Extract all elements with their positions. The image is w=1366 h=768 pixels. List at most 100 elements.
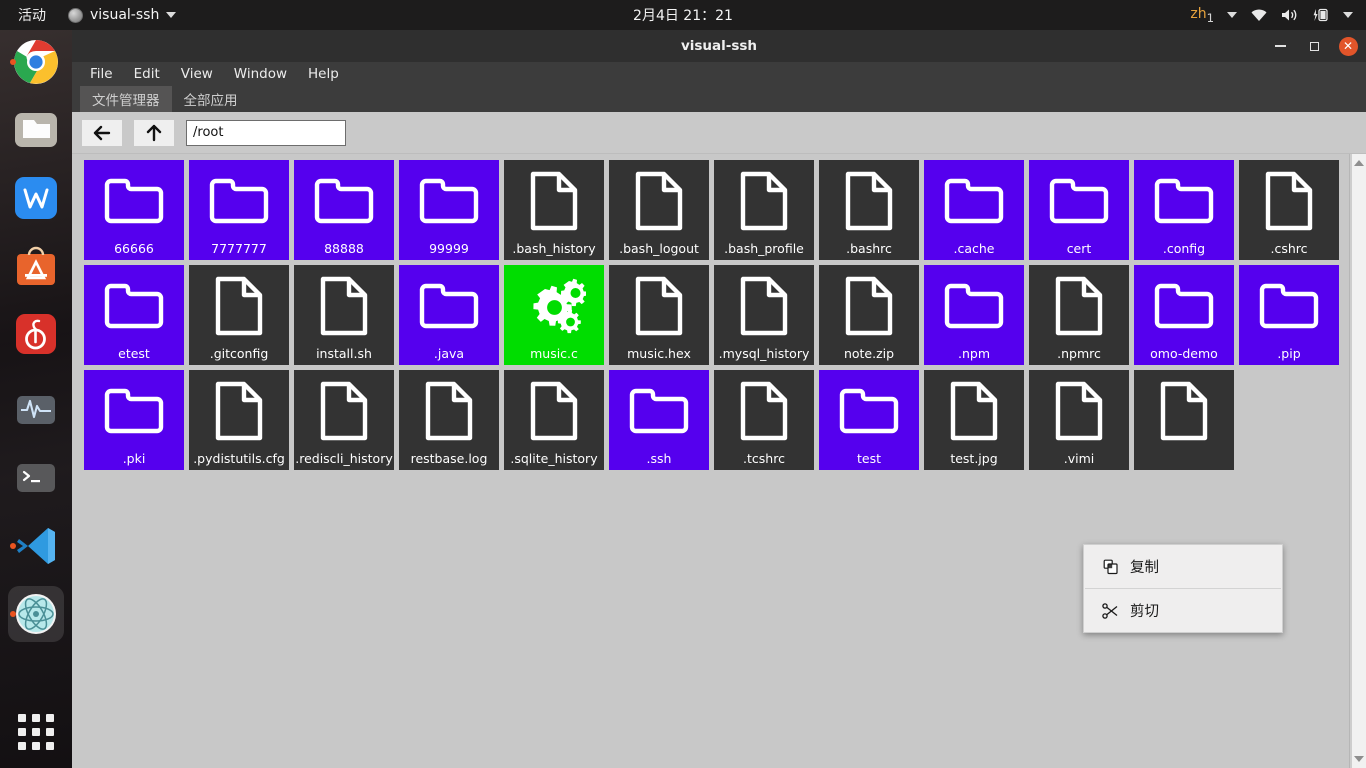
gnome-top-bar: 活动 visual-ssh 2月4日 21：21 zh1 — [0, 0, 1366, 30]
context-menu-item-copy[interactable]: 复制 — [1084, 545, 1282, 588]
file-item-folder[interactable]: .npm — [924, 265, 1024, 365]
document-icon — [529, 378, 579, 444]
file-item-label: .java — [433, 346, 465, 361]
file-item-file[interactable]: .tcshrc — [714, 370, 814, 470]
file-item-label: .mysql_history — [718, 346, 810, 361]
clock[interactable]: 2月4日 21：21 — [0, 5, 1366, 25]
file-item-label: .bashrc — [846, 241, 892, 256]
file-item-folder[interactable]: test — [819, 370, 919, 470]
battery-icon[interactable] — [1312, 8, 1330, 22]
dock-item-wps-office[interactable] — [8, 170, 64, 226]
file-item-label: .bash_history — [512, 241, 596, 256]
minimize-icon — [1274, 45, 1286, 47]
activities-button[interactable]: 活动 — [0, 5, 58, 25]
scroll-up-arrow[interactable] — [1352, 156, 1366, 170]
system-status-area[interactable]: zh1 — [1190, 6, 1366, 25]
file-item-folder[interactable]: etest — [84, 265, 184, 365]
file-item-folder[interactable]: cert — [1029, 160, 1129, 260]
menu-view[interactable]: View — [173, 64, 221, 84]
file-item-folder[interactable]: 99999 — [399, 160, 499, 260]
file-item-folder[interactable]: 66666 — [84, 160, 184, 260]
file-item-folder[interactable]: .ssh — [609, 370, 709, 470]
path-input[interactable]: /root — [186, 119, 346, 146]
window-title-bar[interactable]: visual-ssh ✕ — [72, 30, 1366, 62]
file-item-file[interactable]: restbase.log — [399, 370, 499, 470]
app-menu-button[interactable]: visual-ssh — [58, 7, 186, 23]
wifi-icon[interactable] — [1250, 8, 1268, 22]
file-item-label: .cshrc — [1270, 241, 1308, 256]
file-item-folder[interactable]: 7777777 — [189, 160, 289, 260]
scroll-down-arrow[interactable] — [1352, 752, 1366, 766]
file-item-file[interactable]: .npmrc — [1029, 265, 1129, 365]
application-window: visual-ssh ✕ File Edit View Window Help … — [72, 30, 1366, 768]
menu-edit[interactable]: Edit — [126, 64, 168, 84]
file-item-label: .config — [1162, 241, 1206, 256]
maximize-button[interactable] — [1304, 36, 1324, 56]
file-item-file[interactable]: .pydistutils.cfg — [189, 370, 289, 470]
file-item-label: .sqlite_history — [510, 451, 598, 466]
file-item-file[interactable]: .vimi — [1029, 370, 1129, 470]
document-icon — [634, 168, 684, 234]
file-item-label: .pydistutils.cfg — [193, 451, 285, 466]
file-item-file[interactable]: install.sh — [294, 265, 394, 365]
file-item-file[interactable]: .bash_history — [504, 160, 604, 260]
document-icon — [1159, 378, 1209, 444]
menu-window[interactable]: Window — [226, 64, 295, 84]
file-item-file[interactable]: .rediscli_history — [294, 370, 394, 470]
dock-item-electron-app[interactable] — [8, 586, 64, 642]
dock-item-vscode[interactable] — [8, 518, 64, 574]
file-item-file[interactable]: music.hex — [609, 265, 709, 365]
file-item-file[interactable]: .cshrc — [1239, 160, 1339, 260]
up-button[interactable] — [134, 119, 174, 146]
file-item-label: .pip — [1277, 346, 1301, 361]
dock-item-ubuntu-software[interactable] — [8, 238, 64, 294]
context-menu-item-cut[interactable]: 剪切 — [1084, 589, 1282, 632]
file-item-folder[interactable]: .java — [399, 265, 499, 365]
dock-item-netease-music[interactable] — [8, 306, 64, 362]
file-item-file[interactable]: .sqlite_history — [504, 370, 604, 470]
file-item-file[interactable]: .bashrc — [819, 160, 919, 260]
file-item-file[interactable] — [1134, 370, 1234, 470]
tab-all-apps[interactable]: 全部应用 — [172, 86, 250, 112]
dock-item-system-monitor[interactable] — [8, 382, 64, 438]
file-item-label: .ssh — [646, 451, 672, 466]
file-item-file[interactable]: .gitconfig — [189, 265, 289, 365]
close-button[interactable]: ✕ — [1338, 36, 1358, 56]
file-item-folder[interactable]: omo-demo — [1134, 265, 1234, 365]
file-item-folder[interactable]: .pki — [84, 370, 184, 470]
file-item-folder[interactable]: .config — [1134, 160, 1234, 260]
tab-file-manager[interactable]: 文件管理器 — [80, 86, 172, 112]
file-item-file[interactable]: .mysql_history — [714, 265, 814, 365]
show-applications-button[interactable] — [18, 714, 54, 750]
document-icon — [634, 273, 684, 339]
dock-item-files-manager[interactable] — [8, 102, 64, 158]
file-item-label: test.jpg — [950, 451, 998, 466]
back-button[interactable] — [82, 119, 122, 146]
file-item-file[interactable]: test.jpg — [924, 370, 1024, 470]
file-browser-area[interactable]: 66666 7777777 88888 99999 .bash_history .bash… — [72, 154, 1366, 768]
grid-dot — [46, 728, 54, 736]
ime-chevron-down-icon[interactable] — [1227, 11, 1237, 18]
dock-item-terminal[interactable] — [8, 450, 64, 506]
document-icon — [739, 378, 789, 444]
file-item-file[interactable]: note.zip — [819, 265, 919, 365]
screen: 活动 visual-ssh 2月4日 21：21 zh1 visual-ssh … — [0, 0, 1366, 768]
file-item-file[interactable]: music.c — [504, 265, 604, 365]
file-item-file[interactable]: .bash_profile — [714, 160, 814, 260]
file-item-folder[interactable]: .pip — [1239, 265, 1339, 365]
system-chevron-down-icon[interactable] — [1343, 11, 1353, 18]
file-item-folder[interactable]: 88888 — [294, 160, 394, 260]
volume-icon[interactable] — [1281, 8, 1299, 22]
folder-icon — [418, 273, 480, 339]
menu-help[interactable]: Help — [300, 64, 347, 84]
file-item-label: 88888 — [324, 241, 364, 256]
context-menu[interactable]: 复制 剪切 — [1083, 544, 1283, 633]
minimize-button[interactable] — [1270, 36, 1290, 56]
vertical-scrollbar[interactable] — [1349, 154, 1366, 768]
file-item-folder[interactable]: .cache — [924, 160, 1024, 260]
input-method-indicator[interactable]: zh1 — [1190, 6, 1214, 25]
menu-file[interactable]: File — [82, 64, 121, 84]
dock-item-google-chrome[interactable] — [8, 34, 64, 90]
file-item-file[interactable]: .bash_logout — [609, 160, 709, 260]
scrollbar-track[interactable] — [1352, 154, 1366, 768]
